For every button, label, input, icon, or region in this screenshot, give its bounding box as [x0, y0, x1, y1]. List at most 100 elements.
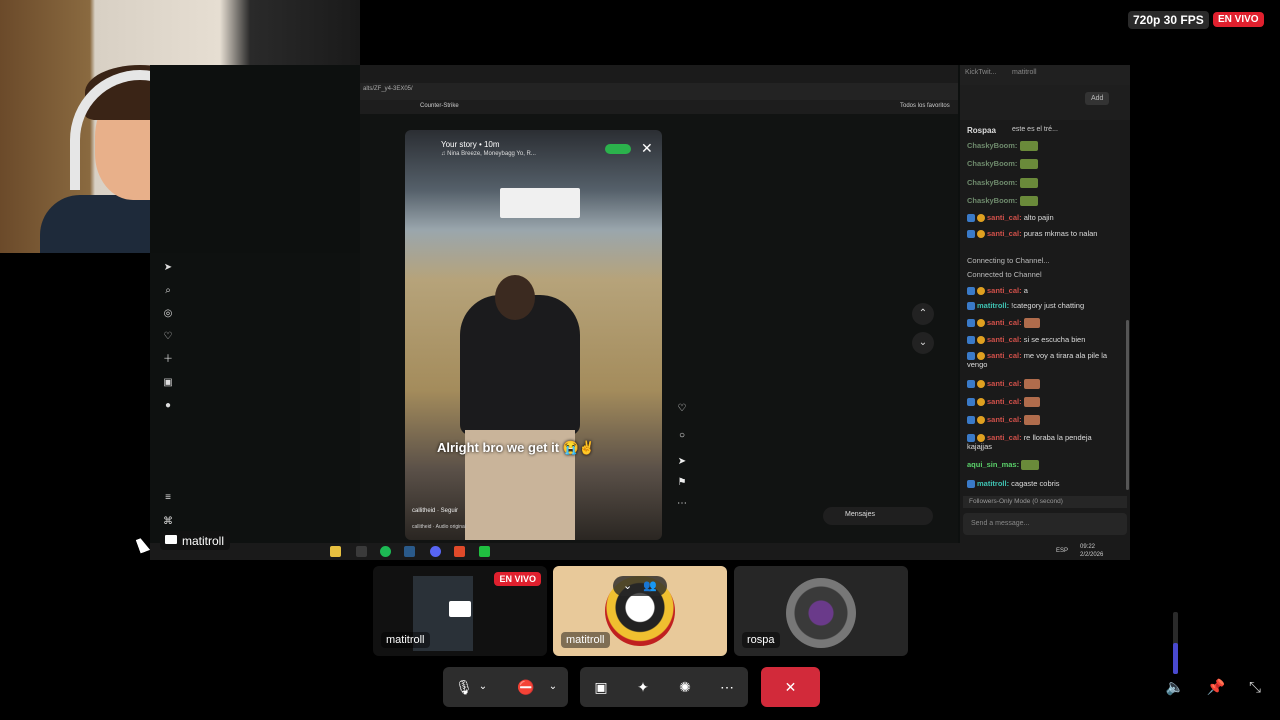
chat-username[interactable]: matitroll:: [977, 301, 1011, 310]
chrome-icon[interactable]: [430, 546, 441, 557]
add-button[interactable]: Add: [1085, 92, 1110, 105]
mouse-cursor: [135, 536, 151, 554]
taskbar-clock[interactable]: 09:22 2/2/2026: [1080, 543, 1103, 559]
exit-fullscreen-icon[interactable]: ⤡: [1243, 676, 1267, 700]
kick-icon[interactable]: [479, 546, 490, 557]
like-icon[interactable]: ♡: [675, 403, 689, 414]
chat-username[interactable]: santi_cal:: [987, 335, 1024, 344]
taskbar-date: 2/2/2026: [1080, 552, 1104, 558]
story-caption: Alright bro we get it 😭✌️: [437, 440, 596, 455]
broadcaster-badge-icon: [967, 352, 975, 361]
chat-username[interactable]: santi_cal:: [987, 229, 1024, 238]
broadcaster-badge-icon: [967, 416, 975, 425]
taskbar-time: 09:22: [1080, 544, 1096, 550]
subscriber-badge-icon: [977, 380, 985, 389]
all-favorites[interactable]: Todos los favoritos: [900, 103, 950, 109]
emote-icon: [1023, 415, 1040, 426]
chat-username[interactable]: ChaskyBoom:: [967, 178, 1020, 187]
emote-icon: [1023, 318, 1040, 329]
save-icon[interactable]: ⚑: [675, 477, 689, 488]
messages-button[interactable]: Mensajes: [823, 507, 933, 525]
participant-tile-stream[interactable]: EN VIVO matitroll: [373, 566, 547, 656]
participant-tile-rospa[interactable]: rospa: [734, 566, 908, 656]
file-explorer-icon[interactable]: [330, 546, 341, 557]
previous-arrow-icon[interactable]: ⌃: [912, 303, 934, 325]
chat-message-input[interactable]: Send a message...: [963, 513, 1127, 535]
reels-icon[interactable]: ▣: [162, 377, 174, 389]
emote-icon: [1019, 141, 1038, 152]
subscriber-badge-icon: [977, 230, 985, 239]
chat-username[interactable]: ChaskyBoom:: [967, 159, 1020, 168]
broadcaster-badge-icon: [967, 287, 975, 296]
chat-text: re lloraba la pendeja kajajjas: [967, 433, 1092, 452]
followers-mode-notice: Followers-Only Mode (0 second): [963, 496, 1127, 508]
screen-share-icon[interactable]: ▣: [582, 667, 620, 707]
chevron-down-icon[interactable]: ⌄: [623, 579, 632, 592]
story-author[interactable]: callitheid · Seguir: [412, 508, 458, 514]
spotify-icon[interactable]: [380, 546, 391, 557]
chat-tab-1[interactable]: KickTwit...: [965, 69, 997, 76]
camera-options-chevron-icon[interactable]: ⌄: [543, 667, 563, 707]
more-options-icon[interactable]: ⋯: [675, 498, 689, 509]
menu-icon[interactable]: ≡: [162, 492, 174, 504]
chat-username[interactable]: santi_cal:: [987, 286, 1024, 295]
bookmark-counter-strike[interactable]: Counter-Strike: [420, 103, 459, 109]
story-video[interactable]: [405, 130, 662, 540]
explore-icon[interactable]: ◎: [162, 308, 174, 320]
plus-icon[interactable]: ＋: [162, 354, 174, 366]
chat-tab-2[interactable]: matitroll: [1012, 69, 1037, 76]
send-icon[interactable]: ➤: [162, 262, 174, 274]
leave-call-button[interactable]: ✕: [761, 667, 820, 707]
chat-username[interactable]: santi_cal:: [987, 397, 1024, 406]
chat-text: Connected to Channel: [967, 270, 1042, 279]
video-person-head: [495, 275, 535, 320]
soundboard-icon[interactable]: ✺: [666, 667, 704, 707]
camera-off-icon[interactable]: ⛔: [507, 667, 545, 707]
profile-icon[interactable]: ●: [162, 400, 174, 412]
chat-username[interactable]: ChaskyBoom:: [967, 141, 1020, 150]
more-icon[interactable]: ⋯: [708, 667, 746, 707]
chat-text: alto pajin: [1023, 213, 1054, 222]
steam-icon[interactable]: [404, 546, 415, 557]
threads-icon[interactable]: ⌘: [162, 516, 174, 528]
chat-username[interactable]: aqui_sin_mas:: [967, 460, 1021, 469]
subscriber-badge-icon: [977, 319, 985, 328]
volume-level: [1173, 643, 1178, 674]
participant-tile-matitroll[interactable]: ⌄ 👥 matitroll: [553, 566, 727, 656]
chat-username[interactable]: santi_cal:: [987, 379, 1024, 388]
next-arrow-icon[interactable]: ⌄: [912, 332, 934, 354]
chat-username[interactable]: santi_cal:: [987, 351, 1024, 360]
mic-options-chevron-icon[interactable]: ⌄: [473, 667, 493, 707]
language-indicator[interactable]: ESP: [1056, 548, 1068, 554]
chat-username[interactable]: santi_cal:: [987, 213, 1024, 222]
story-audio[interactable]: callitheid · Audio original: [412, 524, 466, 530]
chat-topic: este es el tré...: [1012, 126, 1058, 133]
chat-username[interactable]: santi_cal:: [987, 415, 1024, 424]
close-icon[interactable]: ✕: [641, 140, 653, 157]
chat-channel-name: Rospaa: [967, 126, 996, 135]
chat-message: santi_cal:: [967, 397, 1117, 408]
tile-menu[interactable]: ⌄ 👥: [613, 576, 667, 596]
app-icon[interactable]: [356, 546, 367, 557]
subscriber-badge-icon: [977, 287, 985, 296]
comment-icon[interactable]: ○: [675, 430, 689, 441]
share-icon[interactable]: ➤: [675, 456, 689, 467]
emote-icon: [1021, 460, 1040, 471]
activities-icon[interactable]: ✦: [624, 667, 662, 707]
chat-username[interactable]: santi_cal:: [987, 433, 1024, 442]
chat-username[interactable]: matitroll:: [977, 479, 1011, 488]
search-icon[interactable]: ⌕: [162, 285, 174, 297]
volume-icon[interactable]: 🔈: [1163, 676, 1187, 700]
heart-icon[interactable]: ♡: [162, 331, 174, 343]
tile-live-badge: EN VIVO: [494, 572, 541, 586]
live-badge: EN VIVO: [1213, 12, 1264, 27]
chat-username[interactable]: ChaskyBoom:: [967, 196, 1020, 205]
chat-username[interactable]: santi_cal:: [987, 318, 1024, 327]
browser-url-bar[interactable]: [360, 83, 958, 100]
stream-quality-badge: 720p 30 FPS: [1128, 11, 1209, 29]
pin-icon[interactable]: 📌: [1204, 676, 1228, 700]
users-icon[interactable]: 👥: [643, 579, 657, 592]
chat-message: ChaskyBoom:: [967, 178, 1117, 189]
chat-scrollbar[interactable]: [1126, 320, 1129, 490]
brave-icon[interactable]: [454, 546, 465, 557]
